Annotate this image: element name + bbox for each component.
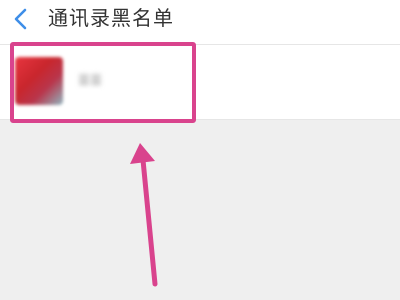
back-button[interactable] [4, 4, 38, 34]
screen: 通讯录黑名单 苗苗 [0, 0, 400, 300]
navigation-bar: 通讯录黑名单 [0, 0, 400, 44]
chevron-left-icon [14, 8, 27, 30]
list-item[interactable]: 苗苗 [10, 45, 200, 119]
blacklist-contact-list: 苗苗 [0, 44, 400, 120]
avatar [15, 57, 63, 105]
contact-name: 苗苗 [78, 73, 103, 87]
page-title: 通讯录黑名单 [48, 6, 174, 30]
